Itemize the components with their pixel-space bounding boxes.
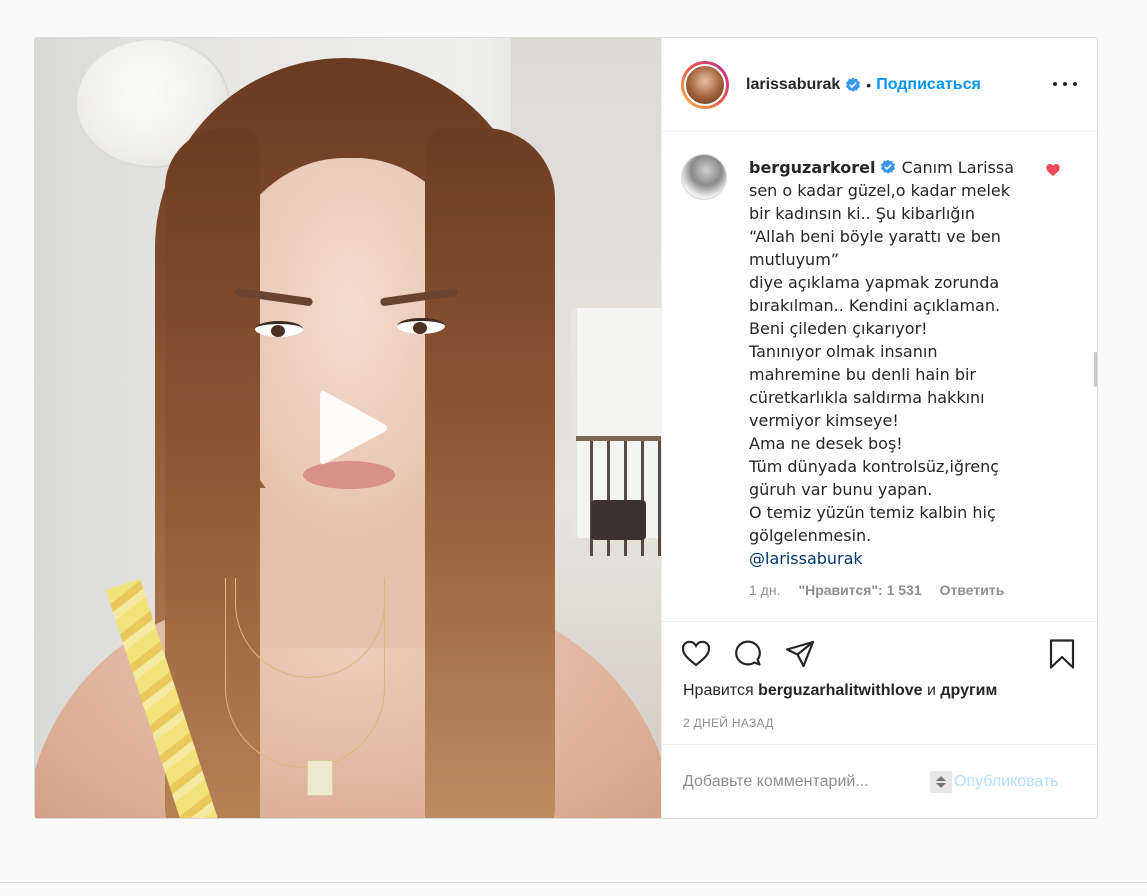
likes-prefix: Нравится	[683, 682, 754, 699]
comment-line: bırakılman.. Kendini açıklaman.	[749, 296, 1001, 315]
necklace-pendant	[307, 760, 333, 796]
comment-line: Canım Larissa	[901, 158, 1015, 177]
verified-badge-icon	[846, 77, 861, 92]
comments-section[interactable]: berguzarkorel Canım Larissa sen o kadar …	[662, 132, 1097, 622]
likes-summary: Нравится berguzarhalitwithlove и другим	[683, 682, 997, 700]
play-icon[interactable]	[312, 383, 392, 473]
necklace-long	[225, 578, 385, 768]
comment-line: O temiz yüzün temiz kalbin hiç	[749, 503, 996, 522]
author-avatar[interactable]	[681, 60, 729, 109]
comment-line: mutluyum”	[749, 250, 840, 269]
comment-line: güruh var bunu yapan.	[749, 480, 933, 499]
commenter-username[interactable]: berguzarkorel	[749, 158, 875, 177]
action-bar	[662, 622, 1097, 680]
comment-line: Tanınıyor olmak insanın	[749, 342, 938, 361]
comment-likes-count[interactable]: "Нравится": 1 531	[798, 582, 921, 598]
scrollbar-thumb[interactable]	[1094, 352, 1097, 387]
page-divider	[0, 882, 1147, 883]
comment-line: bir kadınsın ki.. Şu kibarlığın	[749, 204, 976, 223]
post-header: larissaburak • Подписаться	[662, 38, 1097, 132]
eye-right	[397, 318, 445, 334]
bookmark-icon[interactable]	[1046, 638, 1078, 670]
follow-button[interactable]: Подписаться	[876, 76, 981, 94]
comment-like-heart-icon[interactable]	[1045, 162, 1061, 178]
comment-line: Beni çileden çıkarıyor!	[749, 319, 928, 338]
commenter-avatar[interactable]	[681, 154, 727, 200]
comment-line: gölgelenmesin.	[749, 526, 872, 545]
hair-right	[425, 128, 555, 818]
comment-mention-link[interactable]: @larissaburak	[749, 547, 1029, 570]
comment-text: berguzarkorel Canım Larissa sen o kadar …	[749, 156, 1029, 570]
more-options-icon[interactable]	[1053, 74, 1077, 94]
author-username[interactable]: larissaburak	[746, 76, 840, 94]
comment-line: mahremine bu denli hain bir	[749, 365, 976, 384]
comment-line: vermiyor kimseye!	[749, 411, 899, 430]
likes-conjunction: и	[926, 682, 936, 699]
header-separator: •	[866, 76, 872, 93]
post-video[interactable]	[35, 38, 661, 818]
comment-bubble-icon[interactable]	[732, 638, 764, 670]
post-timestamp[interactable]: 2 ДНЕЙ НАЗАД	[683, 716, 774, 730]
comment-line: Ama ne desek boş!	[749, 434, 903, 453]
post-card: larissaburak • Подписаться berguzarkorel…	[34, 37, 1098, 819]
comment-time[interactable]: 1 дн.	[749, 582, 780, 598]
reply-button[interactable]: Ответить	[940, 582, 1005, 598]
likes-others-link[interactable]: другим	[940, 682, 997, 699]
comment-line: cüretkarlıkla saldırma hakkını	[749, 388, 985, 407]
comment-input[interactable]	[683, 772, 928, 791]
comment-meta: 1 дн. "Нравится": 1 531 Ответить	[749, 582, 1004, 598]
heart-icon[interactable]	[680, 638, 712, 670]
background-bench	[591, 500, 646, 540]
eye-left	[255, 321, 303, 337]
comment-line: diye açıklama yapmak zorunda	[749, 273, 1000, 292]
comments-scrollbar[interactable]	[1093, 132, 1097, 621]
input-spinner-icon	[930, 770, 952, 793]
comment-line: Tüm dünyada kontrolsüz,iğrenç	[749, 457, 1000, 476]
paper-plane-icon[interactable]	[784, 638, 816, 670]
comment-line: sen o kadar güzel,o kadar melek	[749, 181, 1011, 200]
add-comment-bar: Опубликовать	[662, 744, 1097, 818]
post-side-panel: larissaburak • Подписаться berguzarkorel…	[661, 38, 1097, 818]
liker-username[interactable]: berguzarhalitwithlove	[758, 682, 922, 699]
comment-line: “Allah beni böyle yarattı ve ben	[749, 227, 1001, 246]
publish-button[interactable]: Опубликовать	[954, 773, 1059, 791]
verified-badge-icon	[881, 159, 896, 174]
